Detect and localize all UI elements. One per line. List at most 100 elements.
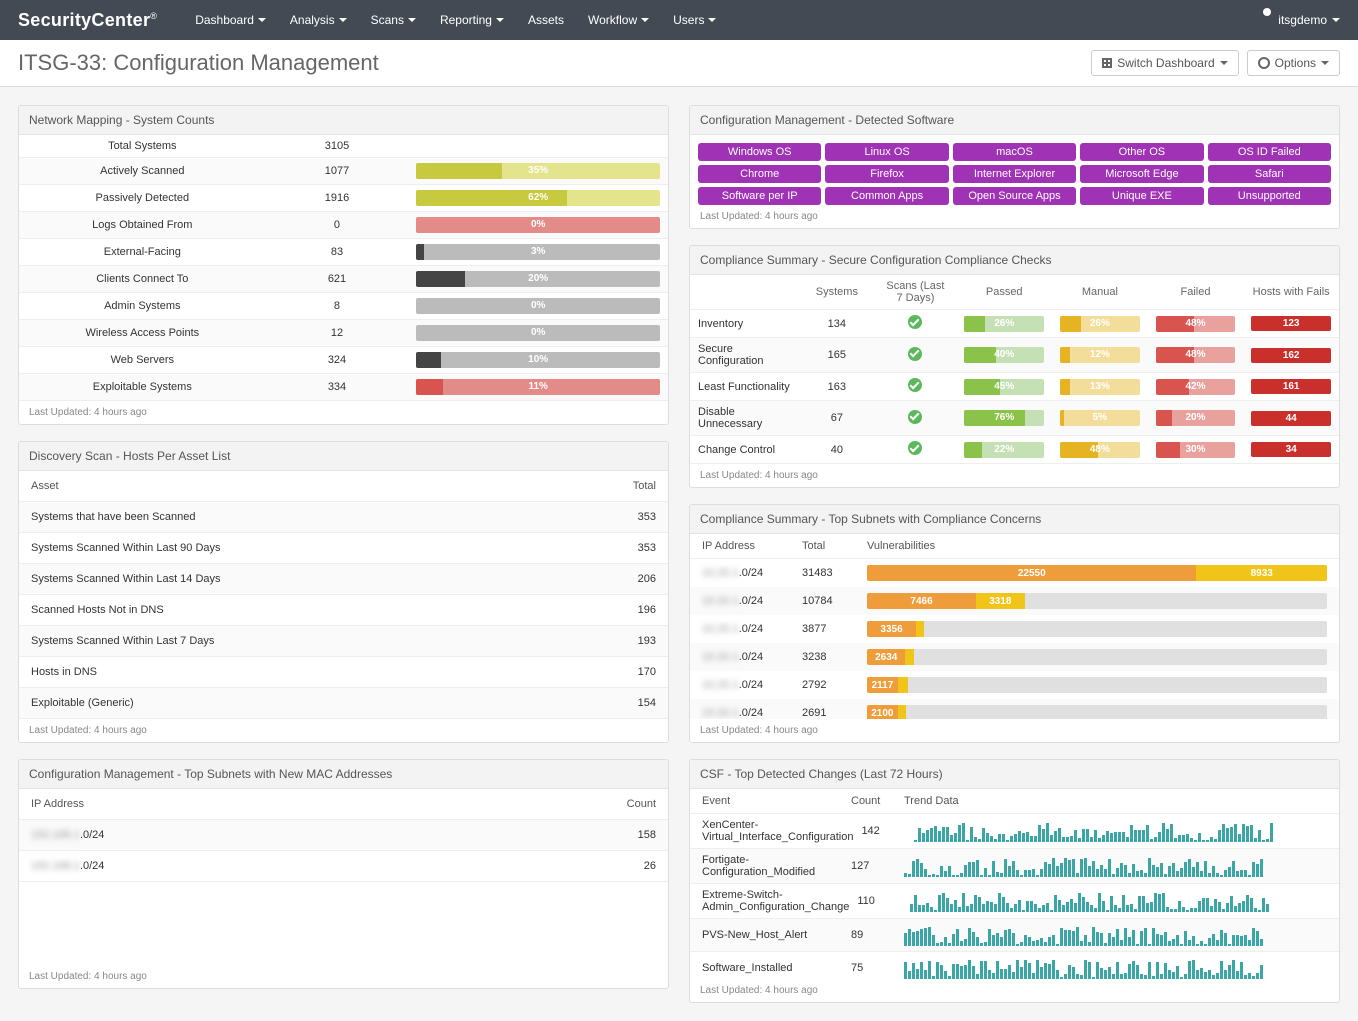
nav-assets[interactable]: Assets <box>518 7 574 33</box>
table-row[interactable]: 10.20.1.0/2426912100 <box>690 699 1339 719</box>
table-row[interactable]: Passively Detected191662% <box>19 185 668 212</box>
chevron-down-icon <box>1220 61 1228 65</box>
table-row[interactable]: Least Functionality16345%13%42%161 <box>690 373 1339 401</box>
list-item[interactable]: Systems Scanned Within Last 14 Days206 <box>19 564 668 595</box>
software-pill[interactable]: Windows OS <box>698 143 821 161</box>
list-item[interactable]: Systems Scanned Within Last 90 Days353 <box>19 533 668 564</box>
table-row[interactable]: Actively Scanned107735% <box>19 158 668 185</box>
nav-scans[interactable]: Scans <box>361 7 426 33</box>
user-menu[interactable]: itsgdemo <box>1261 13 1340 27</box>
panel-title: Configuration Management - Detected Soft… <box>690 106 1339 135</box>
check-icon <box>908 378 922 392</box>
list-item[interactable]: Systems that have been Scanned353 <box>19 502 668 533</box>
table-row[interactable]: Clients Connect To62120% <box>19 266 668 293</box>
table-row[interactable]: 10.20.1.0/2427922117 <box>690 671 1339 699</box>
page-title: ITSG-33: Configuration Management <box>18 50 1083 76</box>
last-updated: Last Updated: 4 hours ago <box>19 401 668 424</box>
nav-users[interactable]: Users <box>663 7 726 33</box>
software-pill[interactable]: OS ID Failed <box>1208 143 1331 161</box>
table-row[interactable]: Web Servers32410% <box>19 347 668 374</box>
list-item[interactable]: Exploitable (Generic)154 <box>19 688 668 719</box>
table-row[interactable]: 10.20.1.0/2438773356 <box>690 615 1339 643</box>
switch-dashboard-button[interactable]: Switch Dashboard <box>1091 50 1238 76</box>
table-row[interactable]: 10.20.1.0/2432382634 <box>690 643 1339 671</box>
network-mapping-table: Total Systems3105Actively Scanned107735%… <box>19 135 668 401</box>
list-item[interactable]: Scanned Hosts Not in DNS196 <box>19 595 668 626</box>
col-trend: Trend Data <box>904 795 1327 807</box>
software-pill[interactable]: Unique EXE <box>1080 187 1203 205</box>
col-asset: Asset <box>31 480 59 492</box>
software-pill[interactable]: Linux OS <box>825 143 948 161</box>
software-pill[interactable]: Firefox <box>825 165 948 183</box>
table-row[interactable]: Secure Configuration16540%12%48%162 <box>690 338 1339 373</box>
software-pill[interactable]: Common Apps <box>825 187 948 205</box>
check-icon <box>908 441 922 455</box>
list-item[interactable]: Systems Scanned Within Last 7 Days193 <box>19 626 668 657</box>
panel-title: Compliance Summary - Secure Configuratio… <box>690 246 1339 275</box>
grid-icon <box>1102 58 1112 68</box>
software-pill[interactable]: Safari <box>1208 165 1331 183</box>
software-pill[interactable]: Unsupported <box>1208 187 1331 205</box>
nav-dashboard[interactable]: Dashboard <box>185 7 276 33</box>
list-item[interactable]: Hosts in DNS170 <box>19 657 668 688</box>
chevron-down-icon <box>408 18 416 22</box>
nav-reporting[interactable]: Reporting <box>430 7 514 33</box>
sparkline <box>914 820 1327 842</box>
software-pill[interactable]: Chrome <box>698 165 821 183</box>
chevron-down-icon <box>1321 61 1329 65</box>
chevron-down-icon <box>708 18 716 22</box>
col-event: Event <box>702 795 843 807</box>
panel-title: Compliance Summary - Top Subnets with Co… <box>690 505 1339 534</box>
nav-workflow[interactable]: Workflow <box>578 7 659 33</box>
top-nav: SecurityCenter® DashboardAnalysisScansRe… <box>0 0 1358 40</box>
software-pill[interactable]: Software per IP <box>698 187 821 205</box>
table-row[interactable]: Exploitable Systems33411% <box>19 374 668 401</box>
chevron-down-icon <box>258 18 266 22</box>
nav-analysis[interactable]: Analysis <box>280 7 357 33</box>
software-pill[interactable]: macOS <box>953 143 1076 161</box>
col-vuln: Vulnerabilities <box>867 540 1327 552</box>
col-count: Count <box>851 795 896 807</box>
table-row[interactable]: Inventory13426%26%48%123 <box>690 310 1339 338</box>
table-row[interactable]: Fortigate-Configuration_Modified127 <box>690 849 1339 884</box>
software-pill[interactable]: Open Source Apps <box>953 187 1076 205</box>
last-updated: Last Updated: 4 hours ago <box>19 719 668 742</box>
table-row[interactable]: Logs Obtained From00% <box>19 212 668 239</box>
table-row[interactable]: Change Control4022%48%30%34 <box>690 436 1339 464</box>
table-row[interactable]: 10.20.1.0/241078474663318 <box>690 587 1339 615</box>
table-row[interactable]: PVS-New_Host_Alert89 <box>690 919 1339 952</box>
last-updated: Last Updated: 4 hours ago <box>690 979 1339 1002</box>
last-updated: Last Updated: 4 hours ago <box>690 719 1339 742</box>
panel-mac-addresses: Configuration Management - Top Subnets w… <box>18 759 669 989</box>
panel-compliance-checks: Compliance Summary - Secure Configuratio… <box>689 245 1340 488</box>
col-total: Total <box>802 540 857 552</box>
options-button[interactable]: Options <box>1247 50 1340 76</box>
user-name: itsgdemo <box>1278 13 1327 27</box>
table-row[interactable]: Admin Systems80% <box>19 293 668 320</box>
panel-title: Network Mapping - System Counts <box>19 106 668 135</box>
nav-links: DashboardAnalysisScansReportingAssetsWor… <box>185 7 1261 33</box>
software-pill[interactable]: Internet Explorer <box>953 165 1076 183</box>
table-row[interactable]: Software_Installed75 <box>690 952 1339 979</box>
last-updated: Last Updated: 4 hours ago <box>19 965 157 988</box>
panel-network-mapping: Network Mapping - System Counts Total Sy… <box>18 105 669 425</box>
check-icon <box>908 410 922 424</box>
table-row[interactable]: External-Facing833% <box>19 239 668 266</box>
col-ip: IP Address <box>31 798 84 810</box>
list-item[interactable]: 192.168.1.0/24158 <box>19 820 668 851</box>
software-pill[interactable]: Microsoft Edge <box>1080 165 1203 183</box>
panel-title: Discovery Scan - Hosts Per Asset List <box>19 442 668 471</box>
table-row[interactable]: 10.20.1.0/2431483225508933 <box>690 559 1339 587</box>
gear-icon <box>1258 57 1270 69</box>
table-row[interactable]: Disable Unnecessary6776%5%20%44 <box>690 401 1339 436</box>
table-row[interactable]: Wireless Access Points120% <box>19 320 668 347</box>
table-row[interactable]: XenCenter-Virtual_Interface_Configuratio… <box>690 814 1339 849</box>
software-pill[interactable]: Other OS <box>1080 143 1203 161</box>
table-row[interactable]: Extreme-Switch-Admin_Configuration_Chang… <box>690 884 1339 919</box>
list-item[interactable]: 192.168.1.0/2426 <box>19 851 668 882</box>
sparkline <box>904 855 1327 877</box>
check-icon <box>908 315 922 329</box>
sparkline <box>904 924 1327 946</box>
panel-detected-software: Configuration Management - Detected Soft… <box>689 105 1340 229</box>
panel-compliance-subnets: Compliance Summary - Top Subnets with Co… <box>689 504 1340 743</box>
